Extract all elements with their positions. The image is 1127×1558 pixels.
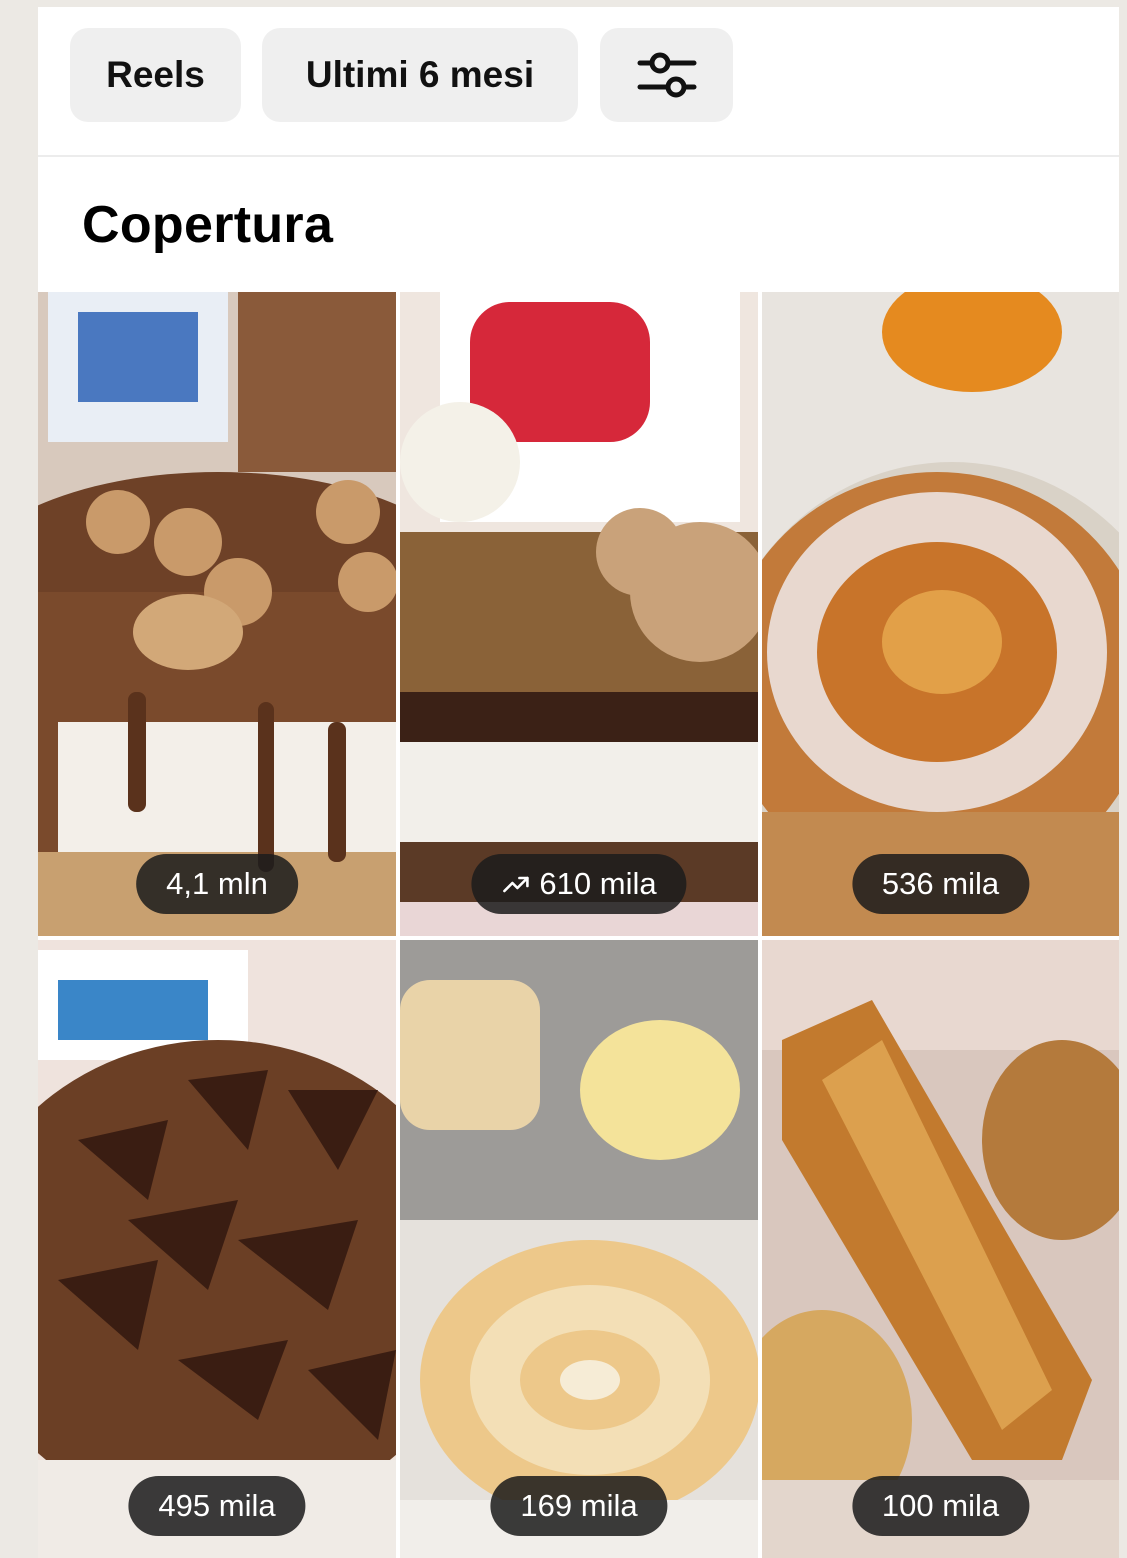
reel-tile[interactable]: 495 mila xyxy=(38,940,396,1558)
views-badge: 536 mila xyxy=(851,854,1030,914)
reel-thumbnail xyxy=(38,292,396,936)
reel-tile[interactable]: 100 mila xyxy=(762,940,1119,1558)
reel-tile[interactable]: 610 mila xyxy=(400,292,758,936)
reel-tile[interactable]: 4,1 mln xyxy=(38,292,396,936)
views-count: 536 mila xyxy=(881,866,1000,901)
views-count: 610 mila xyxy=(539,866,657,901)
reel-thumbnail xyxy=(400,940,758,1558)
views-count: 4,1 mln xyxy=(166,866,268,901)
views-badge: 169 mila xyxy=(490,1476,668,1536)
section-title: Copertura xyxy=(82,196,334,254)
sliders-icon xyxy=(637,52,696,98)
filter-bar: Reels Ultimi 6 mesi xyxy=(38,7,1119,155)
views-badge: 100 mila xyxy=(851,1476,1030,1536)
content-type-filter-label: Reels xyxy=(106,54,205,95)
content-type-filter-button[interactable]: Reels xyxy=(70,28,241,122)
reel-thumbnail xyxy=(38,940,396,1558)
views-badge: 4,1 mln xyxy=(136,854,298,914)
views-badge: 495 mila xyxy=(128,1476,306,1536)
time-period-filter-button[interactable]: Ultimi 6 mesi xyxy=(262,28,578,122)
filter-settings-button[interactable] xyxy=(600,28,733,122)
reel-tile[interactable]: 536 mila xyxy=(762,292,1119,936)
reel-tile[interactable]: 169 mila xyxy=(400,940,758,1558)
divider xyxy=(38,155,1119,157)
reel-thumbnail xyxy=(762,292,1119,936)
views-count: 169 mila xyxy=(520,1488,638,1523)
views-badge: 610 mila xyxy=(471,854,687,914)
time-period-filter-label: Ultimi 6 mesi xyxy=(305,54,535,95)
trending-icon xyxy=(503,876,529,893)
reels-grid: 4,1 mln 610 mila 536 mila 495 mila 169 m… xyxy=(38,292,1119,1558)
views-count: 100 mila xyxy=(881,1488,1000,1523)
views-count: 495 mila xyxy=(158,1488,276,1523)
insights-panel: Reels Ultimi 6 mesi Copertura 4,1 mln 61… xyxy=(38,7,1119,1558)
reel-thumbnail xyxy=(400,292,758,936)
reel-thumbnail xyxy=(762,940,1119,1558)
